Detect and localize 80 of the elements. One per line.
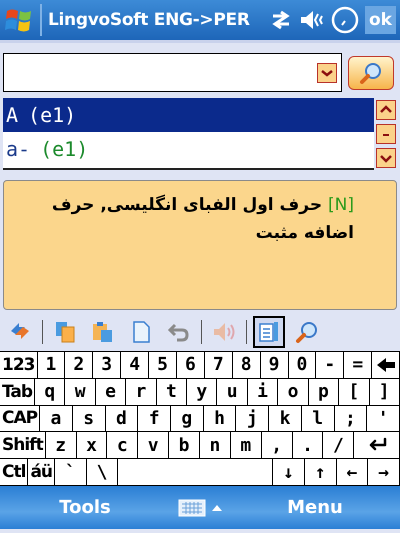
keyboard-key[interactable]: Ctl xyxy=(0,459,28,486)
keyboard-key[interactable]: ; xyxy=(334,406,368,432)
enter-key[interactable] xyxy=(354,432,400,460)
keyboard-key[interactable]: / xyxy=(323,432,354,460)
keyboard-key[interactable]: 4 xyxy=(121,352,150,379)
left-arrow-icon xyxy=(376,356,396,373)
keyboard-key[interactable]: ] xyxy=(370,378,400,406)
keyboard-key[interactable]: áü xyxy=(28,459,56,486)
keyboard-key[interactable]: = xyxy=(344,352,372,379)
keyboard-key[interactable]: s xyxy=(72,406,106,432)
scroll-up-icon[interactable] xyxy=(376,100,396,120)
scroll-down-icon[interactable] xyxy=(376,148,396,168)
keyboard-key[interactable]: 8 xyxy=(232,352,261,379)
keyboard-key[interactable]: r xyxy=(126,378,157,406)
keyboard-key[interactable]: 6 xyxy=(176,352,205,379)
keyboard-key[interactable]: 5 xyxy=(149,352,177,379)
keyboard-key[interactable]: j xyxy=(236,406,270,432)
search-icon xyxy=(295,320,319,344)
keyboard-key[interactable]: ` xyxy=(55,459,87,486)
window-title: LingvoSoft ENG->PER xyxy=(48,10,251,30)
keyboard-key[interactable]: x xyxy=(76,432,108,460)
keyboard-key[interactable]: CAP xyxy=(0,406,40,432)
keyboard-key[interactable]: 7 xyxy=(204,352,233,379)
keyboard-key[interactable]: Shift xyxy=(0,432,46,460)
keyboard-key[interactable]: 2 xyxy=(65,352,94,379)
keyboard-key[interactable]: e xyxy=(96,378,126,406)
keyboard-key[interactable]: u xyxy=(217,378,248,406)
keyboard-key[interactable]: w xyxy=(65,378,96,406)
keyboard-key[interactable]: v xyxy=(138,432,170,460)
keyboard-key[interactable]: q xyxy=(35,378,66,406)
speaker-icon[interactable] xyxy=(299,8,325,32)
keyboard-key[interactable]: o xyxy=(278,378,309,406)
keyboard-key[interactable]: - xyxy=(316,352,344,379)
search-field[interactable] xyxy=(3,53,342,92)
keyboard-key[interactable]: 3 xyxy=(93,352,122,379)
keyboard-key[interactable]: 0 xyxy=(288,352,316,379)
dropdown-caret-icon[interactable] xyxy=(317,62,337,82)
keyboard-key[interactable]: . xyxy=(292,432,324,460)
keyboard-key[interactable]: 123 xyxy=(0,352,38,379)
keyboard-key[interactable]: k xyxy=(269,406,302,432)
keyboard-key[interactable]: \ xyxy=(86,459,118,486)
keyboard-key[interactable]: [ xyxy=(339,378,370,406)
search-button[interactable] xyxy=(348,56,394,90)
word-list-item[interactable]: A (e1) xyxy=(3,98,374,132)
space-key[interactable] xyxy=(118,459,274,486)
keyboard-icon xyxy=(178,498,206,516)
keyboard-key[interactable]: ↑ xyxy=(304,459,337,486)
keyboard-key[interactable]: l xyxy=(302,406,335,432)
keyboard-key[interactable]: Tab xyxy=(0,378,36,406)
copy-icon xyxy=(53,320,77,344)
keyboard-key[interactable]: → xyxy=(368,459,400,486)
keyboard-key[interactable]: , xyxy=(262,432,293,460)
keyboard-key[interactable]: ' xyxy=(367,406,400,432)
keyboard-key[interactable]: 9 xyxy=(260,352,289,379)
paste-icon xyxy=(91,320,115,344)
keyboard-key[interactable]: d xyxy=(106,406,138,432)
keyboard-key[interactable]: g xyxy=(170,406,204,432)
keyboard-key[interactable]: h xyxy=(204,406,236,432)
keyboard-key[interactable]: a xyxy=(40,406,73,432)
keyboard-key[interactable]: m xyxy=(230,432,262,460)
keyboard-key[interactable]: ← xyxy=(336,459,368,486)
keyboard-key[interactable]: z xyxy=(46,432,77,460)
keyboard-key[interactable]: p xyxy=(308,378,340,406)
scroll-thumb-icon[interactable] xyxy=(376,124,396,144)
keyboard-key[interactable]: b xyxy=(169,432,200,460)
clock-icon[interactable] xyxy=(331,6,359,34)
keyboard-key[interactable]: f xyxy=(138,406,171,432)
document-list-icon xyxy=(257,320,281,344)
word-list-item[interactable]: a- (e1) xyxy=(3,132,374,166)
backspace-key[interactable] xyxy=(372,352,400,379)
keyboard-key[interactable]: y xyxy=(187,378,218,406)
keyboard-key[interactable]: n xyxy=(200,432,231,460)
search-icon xyxy=(359,60,383,84)
toolbar-button[interactable] xyxy=(253,316,285,348)
keyboard-key[interactable]: ↓ xyxy=(273,459,305,486)
keyboard-key[interactable]: c xyxy=(107,432,138,460)
keyboard-key[interactable]: t xyxy=(156,378,188,406)
keyboard-key[interactable]: 1 xyxy=(38,352,66,379)
keyboard-key[interactable]: i xyxy=(248,378,278,406)
caret-up-icon xyxy=(212,504,222,510)
